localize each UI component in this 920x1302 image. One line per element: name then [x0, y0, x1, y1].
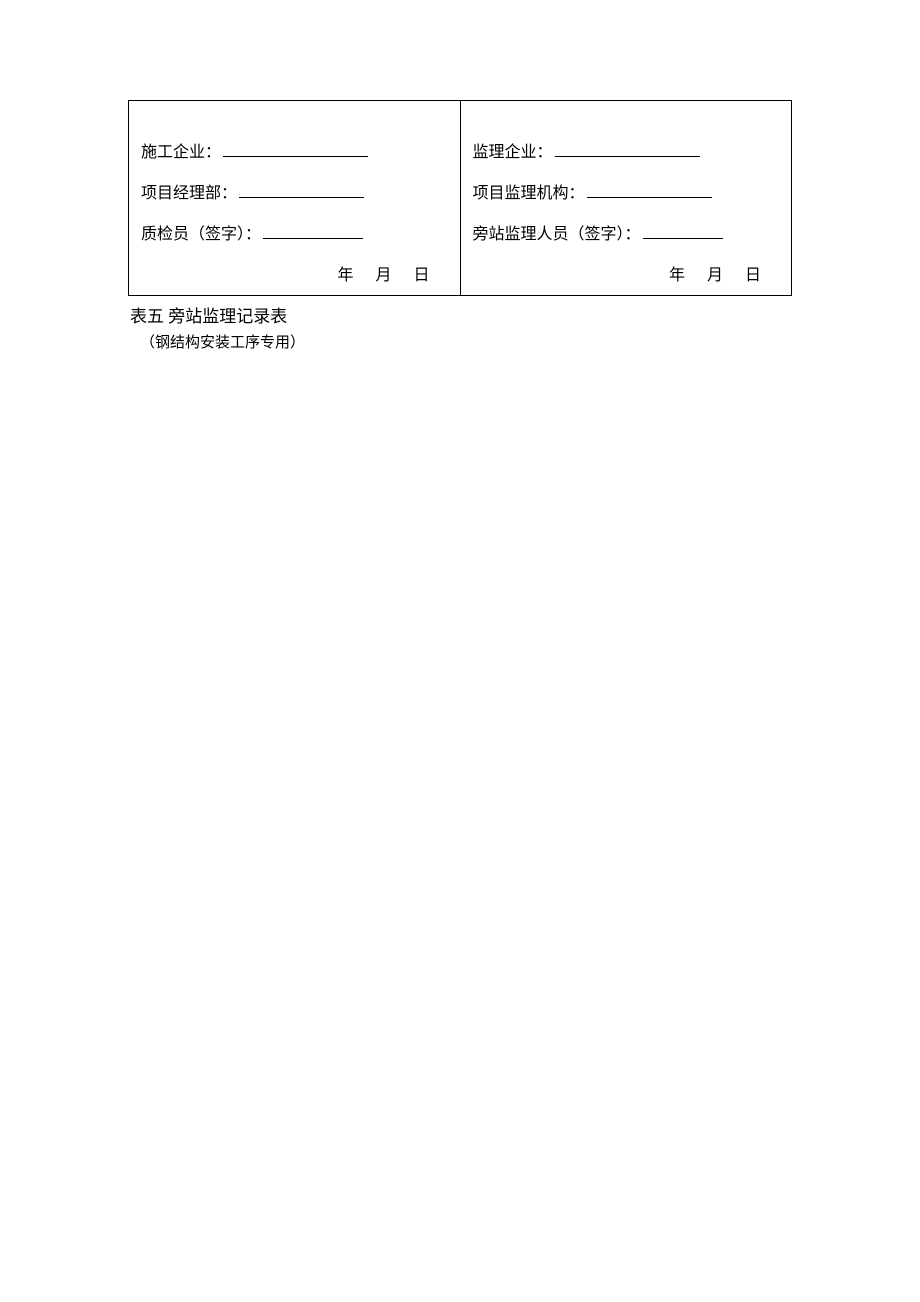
standby-supervisor-blank[interactable]: [643, 223, 723, 239]
construction-company-row: 施工企业：: [141, 139, 448, 168]
footer-subtitle: （钢结构安装工序专用）: [128, 331, 792, 352]
right-date-row: 年 月 日: [473, 261, 780, 285]
left-day-label: 日: [413, 267, 429, 284]
project-dept-row: 项目经理部：: [141, 180, 448, 209]
right-cell: 监理企业： 项目监理机构： 旁站监理人员（签字）： 年 月 日: [460, 101, 792, 296]
left-year-label: 年: [337, 267, 353, 284]
construction-company-blank[interactable]: [223, 141, 368, 157]
supervision-org-label: 项目监理机构：: [473, 185, 585, 202]
construction-company-label: 施工企业：: [141, 144, 221, 161]
right-month-label: 月: [707, 267, 723, 284]
footer-title: 表五 旁站监理记录表: [128, 302, 792, 327]
right-day-label: 日: [745, 267, 761, 284]
inspector-label: 质检员（签字）：: [141, 226, 261, 243]
standby-supervisor-row: 旁站监理人员（签字）：: [473, 221, 780, 250]
supervision-company-label: 监理企业：: [473, 144, 553, 161]
right-year-label: 年: [669, 267, 685, 284]
left-date-row: 年 月 日: [141, 261, 448, 285]
supervision-org-row: 项目监理机构：: [473, 180, 780, 209]
inspector-row: 质检员（签字）：: [141, 221, 448, 250]
supervision-company-row: 监理企业：: [473, 139, 780, 168]
inspector-blank[interactable]: [263, 223, 363, 239]
left-cell: 施工企业： 项目经理部： 质检员（签字）： 年 月 日: [129, 101, 461, 296]
standby-supervisor-label: 旁站监理人员（签字）：: [473, 226, 641, 243]
supervision-company-blank[interactable]: [555, 141, 700, 157]
signature-table: 施工企业： 项目经理部： 质检员（签字）： 年 月 日 监理企业： 项目监理机构…: [128, 100, 792, 296]
left-month-label: 月: [375, 267, 391, 284]
project-dept-label: 项目经理部：: [141, 185, 237, 202]
project-dept-blank[interactable]: [239, 182, 364, 198]
supervision-org-blank[interactable]: [587, 182, 712, 198]
